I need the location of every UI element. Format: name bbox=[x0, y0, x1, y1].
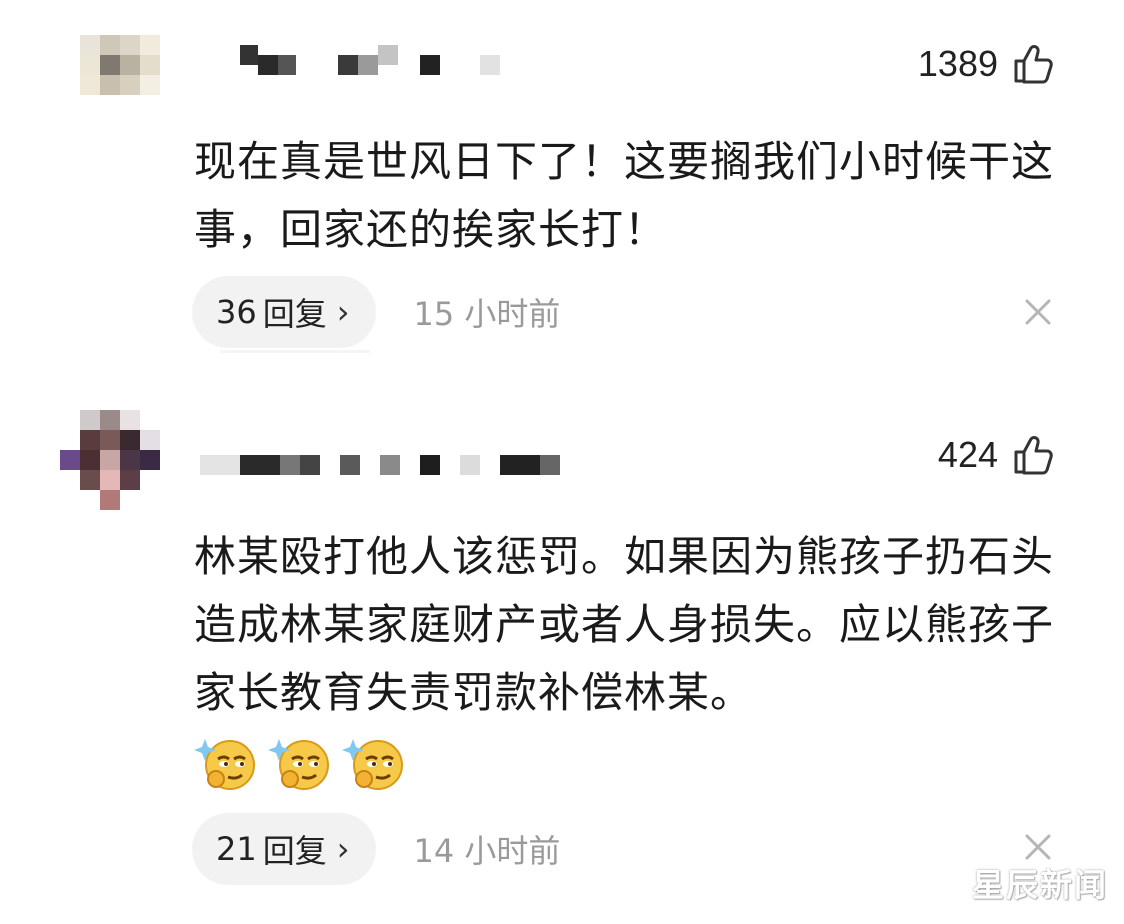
dismiss-button[interactable] bbox=[1024, 298, 1052, 326]
watermark: 星辰新闻 bbox=[971, 866, 1108, 904]
close-icon bbox=[1025, 834, 1051, 860]
smirk-emoji-icon bbox=[268, 739, 329, 790]
thumbs-up-icon[interactable] bbox=[1012, 42, 1056, 86]
like-count: 424 bbox=[937, 434, 998, 475]
username-blurred[interactable] bbox=[240, 45, 500, 75]
dismiss-button[interactable] bbox=[1024, 833, 1052, 861]
close-icon bbox=[1025, 299, 1051, 325]
chevron-right-icon: › bbox=[336, 830, 350, 868]
comment-text: 现在真是世风日下了！这要搁我们小时候干这事，回家还的挨家长打！ bbox=[194, 137, 1055, 254]
reply-count: 21 bbox=[216, 830, 257, 868]
avatar[interactable] bbox=[60, 410, 160, 510]
divider bbox=[220, 350, 370, 353]
like-control[interactable]: 424 bbox=[938, 433, 1056, 477]
chevron-right-icon: › bbox=[336, 293, 350, 331]
comment-meta: 21 回复 › 14 小时前 bbox=[192, 813, 560, 885]
like-control[interactable]: 1389 bbox=[918, 42, 1056, 86]
reply-label: 回复 bbox=[262, 295, 327, 333]
thumbs-up-icon[interactable] bbox=[1012, 433, 1056, 477]
comment-item: 1389 现在真是世风日下了！这要搁我们小时候干这事，回家还的挨家长打！ 36 回… bbox=[0, 0, 1124, 380]
comment-text: 林某殴打他人该惩罚。如果因为熊孩子扔石头造成林某家庭财产或者人身损失。应以熊孩子… bbox=[194, 532, 1055, 717]
like-count: 1389 bbox=[917, 43, 998, 84]
smirk-emoji-icon bbox=[194, 739, 255, 790]
comment-time: 14 小时前 bbox=[413, 832, 561, 870]
username-blurred[interactable] bbox=[200, 455, 560, 475]
replies-button[interactable]: 36 回复 › bbox=[192, 276, 376, 348]
replies-button[interactable]: 21 回复 › bbox=[192, 813, 376, 885]
reply-label: 回复 bbox=[262, 832, 327, 870]
comment-meta: 36 回复 › 15 小时前 bbox=[192, 276, 560, 348]
avatar[interactable] bbox=[80, 35, 160, 95]
comment-time: 15 小时前 bbox=[413, 295, 561, 333]
emoji-row bbox=[194, 733, 406, 797]
reply-count: 36 bbox=[216, 293, 257, 331]
smirk-emoji-icon bbox=[342, 739, 403, 790]
comment-item: 424 林某殴打他人该惩罚。如果因为熊孩子扔石头造成林某家庭财产或者人身损失。应… bbox=[0, 395, 1124, 924]
